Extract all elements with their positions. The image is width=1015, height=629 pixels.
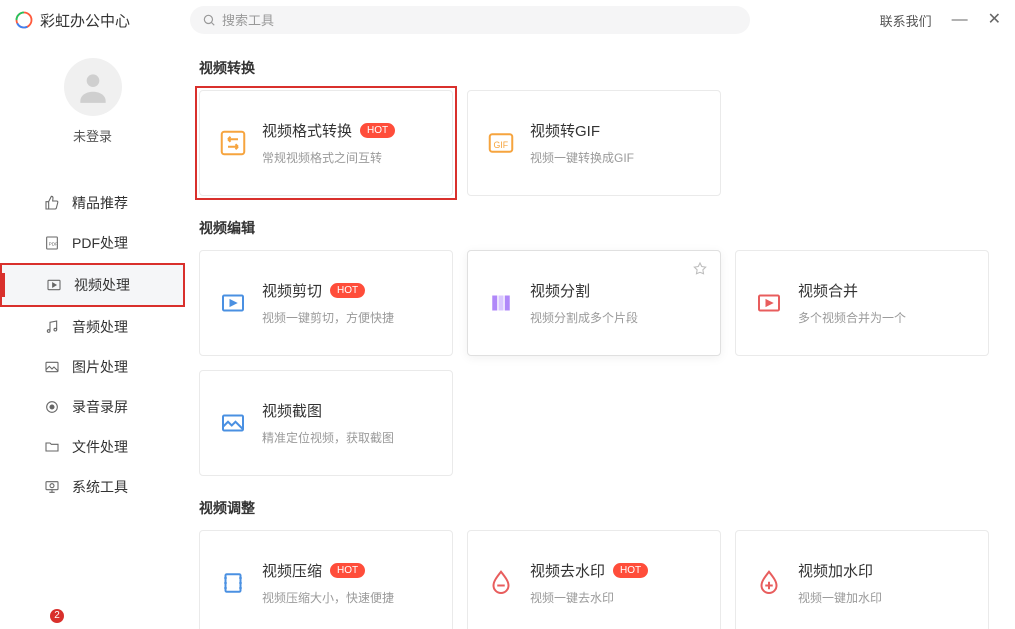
- section-adjust: 视频调整 视频压缩 HOT 视频压缩大小，快速便捷: [199, 498, 1001, 629]
- svg-text:PDF: PDF: [49, 242, 58, 247]
- sidebar-item-label: 录音录屏: [72, 397, 128, 417]
- card-title-text: 视频转GIF: [530, 120, 600, 141]
- search-icon: [202, 13, 216, 27]
- hot-badge: HOT: [330, 283, 365, 298]
- card-video-compress[interactable]: 视频压缩 HOT 视频压缩大小，快速便捷: [199, 530, 453, 629]
- card-video-screenshot[interactable]: 视频截图 精准定位视频，获取截图: [199, 370, 453, 476]
- folder-icon: [44, 439, 60, 455]
- rainbow-logo-icon: [14, 10, 34, 30]
- app-title: 彩虹办公中心: [40, 10, 130, 31]
- card-desc: 精准定位视频，获取截图: [262, 429, 394, 446]
- sidebar-item-system[interactable]: 系统工具: [0, 467, 185, 507]
- sidebar-item-label: 精品推荐: [72, 193, 128, 213]
- card-desc: 视频一键加水印: [798, 589, 882, 606]
- app-logo: 彩虹办公中心: [14, 10, 130, 31]
- card-video-cut[interactable]: 视频剪切 HOT 视频一键剪切，方便快捷: [199, 250, 453, 356]
- sidebar: 未登录 精品推荐 PDF PDF处理 视频处理 音频处理: [0, 40, 185, 629]
- titlebar-right: 联系我们 — ✕: [880, 11, 1001, 30]
- contact-link[interactable]: 联系我们: [880, 11, 932, 30]
- card-title-text: 视频合并: [798, 280, 858, 301]
- screenshot-icon: [218, 408, 248, 438]
- card-title-text: 视频压缩: [262, 560, 322, 581]
- card-desc: 视频一键剪切，方便快捷: [262, 309, 394, 326]
- card-video-remove-watermark[interactable]: 视频去水印 HOT 视频一键去水印: [467, 530, 721, 629]
- droplet-plus-icon: [754, 568, 784, 598]
- section-convert: 视频转换 视频格式转换 HOT 常规视频格式之间互转: [199, 58, 1001, 196]
- card-video-to-gif[interactable]: GIF 视频转GIF 视频一键转换成GIF: [467, 90, 721, 196]
- card-title-text: 视频去水印: [530, 560, 605, 581]
- record-icon: [44, 399, 60, 415]
- droplet-minus-icon: [486, 568, 516, 598]
- card-video-add-watermark[interactable]: 视频加水印 视频一键加水印: [735, 530, 989, 629]
- sidebar-item-label: 图片处理: [72, 357, 128, 377]
- card-desc: 多个视频合并为一个: [798, 309, 906, 326]
- pdf-icon: PDF: [44, 235, 60, 251]
- search-input[interactable]: [222, 13, 738, 28]
- merge-icon: [754, 288, 784, 318]
- sidebar-item-image[interactable]: 图片处理: [0, 347, 185, 387]
- thumbs-up-icon: [44, 195, 60, 211]
- card-title-text: 视频截图: [262, 400, 322, 421]
- main-content: 视频转换 视频格式转换 HOT 常规视频格式之间互转: [185, 40, 1015, 629]
- sidebar-item-audio[interactable]: 音频处理: [0, 307, 185, 347]
- sidebar-nav: 精品推荐 PDF PDF处理 视频处理 音频处理 图片处理: [0, 183, 185, 507]
- svg-text:GIF: GIF: [494, 140, 509, 150]
- star-icon[interactable]: [692, 261, 708, 277]
- sidebar-item-file[interactable]: 文件处理: [0, 427, 185, 467]
- video-icon: [46, 277, 62, 293]
- sidebar-item-record[interactable]: 录音录屏: [0, 387, 185, 427]
- section-edit: 视频编辑 视频剪切 HOT 视频一键剪切，方便快捷 视频分割: [199, 218, 1001, 476]
- section-title: 视频调整: [199, 498, 1001, 518]
- card-desc: 视频压缩大小，快速便捷: [262, 589, 394, 606]
- avatar[interactable]: [64, 58, 122, 116]
- monitor-icon: [44, 479, 60, 495]
- compress-icon: [218, 568, 248, 598]
- card-desc: 视频一键转换成GIF: [530, 149, 634, 166]
- card-desc: 常规视频格式之间互转: [262, 149, 395, 166]
- sidebar-item-recommend[interactable]: 精品推荐: [0, 183, 185, 223]
- cut-icon: [218, 288, 248, 318]
- login-status[interactable]: 未登录: [73, 126, 112, 145]
- search-box[interactable]: [190, 6, 750, 34]
- title-bar: 彩虹办公中心 联系我们 — ✕: [0, 0, 1015, 40]
- close-button[interactable]: ✕: [988, 12, 1001, 28]
- sidebar-item-label: 文件处理: [72, 437, 128, 457]
- sidebar-item-video[interactable]: 视频处理: [2, 265, 183, 305]
- hot-badge: HOT: [360, 123, 395, 138]
- sidebar-item-label: 系统工具: [72, 477, 128, 497]
- sidebar-item-label: 视频处理: [74, 275, 130, 295]
- sidebar-notification[interactable]: 2: [50, 605, 64, 623]
- card-desc: 视频一键去水印: [530, 589, 648, 606]
- card-title-text: 视频格式转换: [262, 120, 352, 141]
- gif-icon: GIF: [486, 128, 516, 158]
- card-desc: 视频分割成多个片段: [530, 309, 638, 326]
- sidebar-item-label: PDF处理: [72, 233, 128, 253]
- card-title-text: 视频加水印: [798, 560, 873, 581]
- notification-badge: 2: [50, 609, 64, 623]
- section-title: 视频转换: [199, 58, 1001, 78]
- sidebar-item-label: 音频处理: [72, 317, 128, 337]
- card-video-split[interactable]: 视频分割 视频分割成多个片段: [467, 250, 721, 356]
- section-title: 视频编辑: [199, 218, 1001, 238]
- split-icon: [486, 288, 516, 318]
- hot-badge: HOT: [330, 563, 365, 578]
- music-icon: [44, 319, 60, 335]
- card-title-text: 视频分割: [530, 280, 590, 301]
- card-video-format-convert[interactable]: 视频格式转换 HOT 常规视频格式之间互转: [199, 90, 453, 196]
- image-icon: [44, 359, 60, 375]
- sidebar-item-pdf[interactable]: PDF PDF处理: [0, 223, 185, 263]
- hot-badge: HOT: [613, 563, 648, 578]
- convert-icon: [218, 128, 248, 158]
- card-title-text: 视频剪切: [262, 280, 322, 301]
- card-video-merge[interactable]: 视频合并 多个视频合并为一个: [735, 250, 989, 356]
- minimize-button[interactable]: —: [952, 12, 968, 28]
